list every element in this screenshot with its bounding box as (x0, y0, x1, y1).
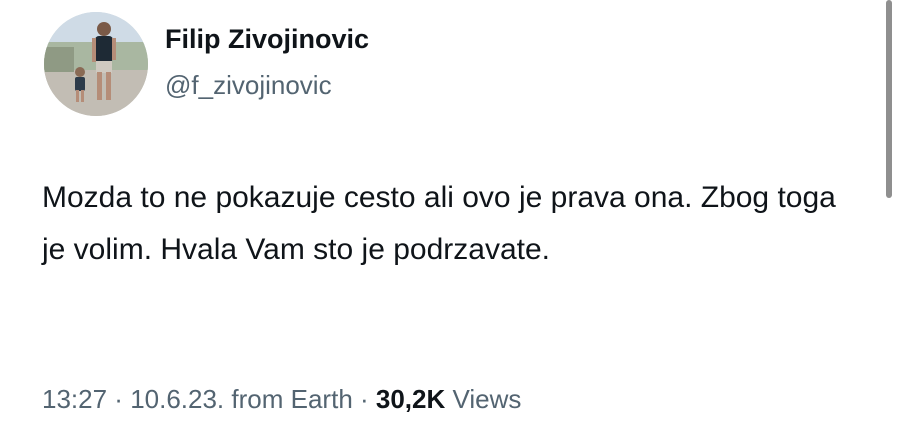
avatar[interactable] (44, 12, 148, 116)
views-label: Views (452, 384, 522, 414)
avatar-photo (44, 12, 148, 116)
views-count[interactable]: 30,2K (376, 384, 445, 414)
tweet-metadata: 13:27 · 10.6.23. from Earth · 30,2K View… (42, 384, 521, 415)
tweet-source: from Earth (231, 384, 353, 414)
tweet-date[interactable]: 10.6.23. (130, 384, 224, 414)
tweet-time[interactable]: 13:27 (42, 384, 107, 414)
author-display-name[interactable]: Filip Zivojinovic (165, 24, 369, 55)
scrollbar[interactable] (886, 0, 892, 198)
tweet-text: Mozda to ne pokazuje cesto ali ovo je pr… (42, 181, 836, 266)
meta-separator: · (352, 384, 376, 414)
more-options-button[interactable] (812, 22, 864, 58)
meta-separator: · (107, 384, 131, 414)
tweet-card: Filip Zivojinovic @f_zivojinovic Mozda t… (0, 0, 900, 444)
author-handle[interactable]: @f_zivojinovic (165, 70, 332, 101)
